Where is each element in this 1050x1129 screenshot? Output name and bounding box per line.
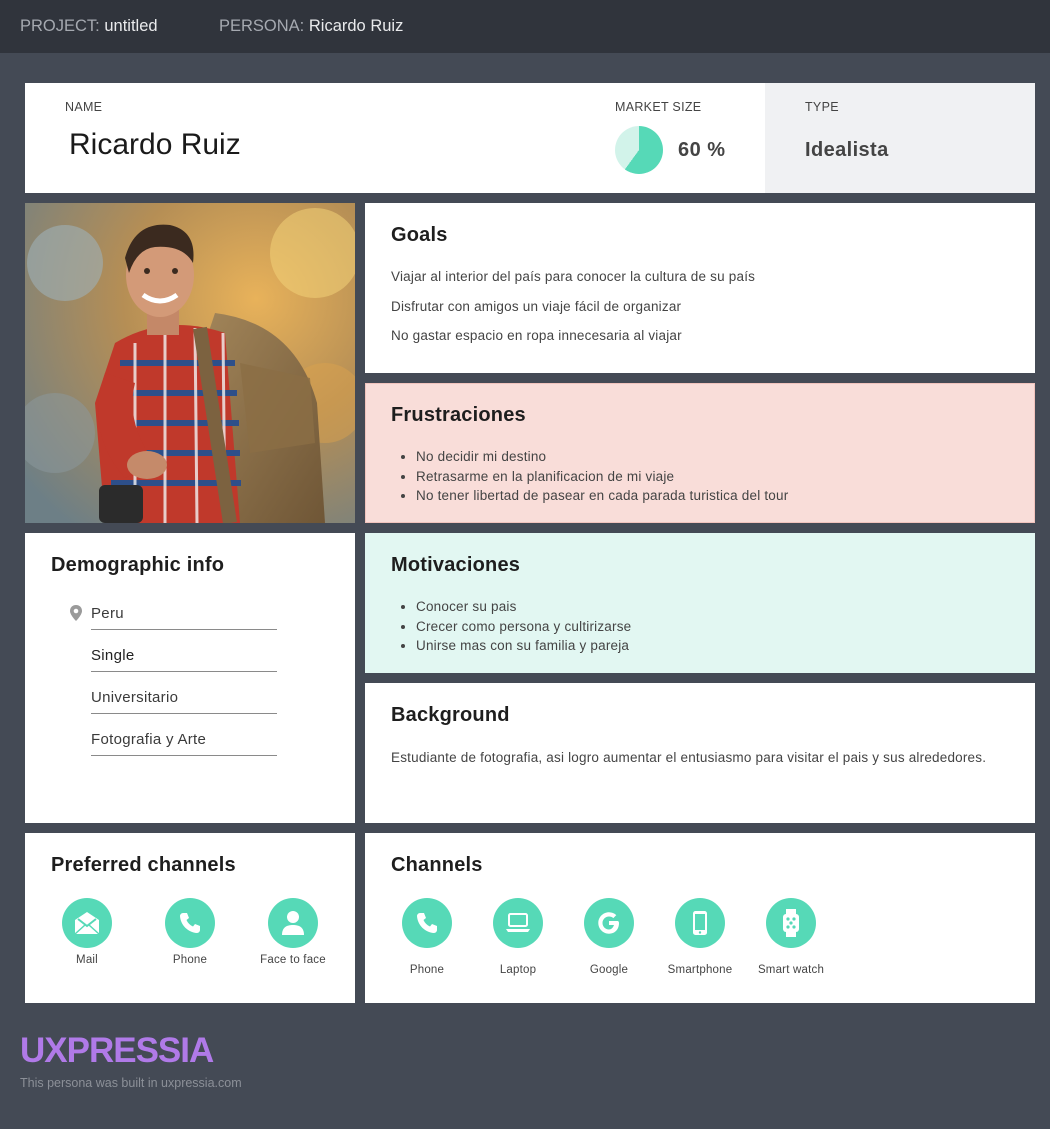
channel-label: Laptop xyxy=(499,964,537,976)
market-size-pie[interactable] xyxy=(615,126,663,174)
preferred-channel-face-to-face[interactable]: Face to face xyxy=(248,898,338,966)
type-label: TYPE xyxy=(805,100,839,114)
persona-name-field[interactable]: Ricardo Ruiz xyxy=(69,128,241,162)
channels-card: Channels Phone Laptop Google Smartphone … xyxy=(365,833,1035,1003)
preferred-channel-phone[interactable]: Phone xyxy=(145,898,235,966)
list-item[interactable]: Unirse mas con su familia y pareja xyxy=(416,636,631,656)
list-item[interactable]: Conocer su pais xyxy=(416,597,631,617)
preferred-channel-mail[interactable]: Mail xyxy=(42,898,132,966)
demographic-value: Fotografia y Arte xyxy=(91,731,207,748)
list-item[interactable]: No tener libertad de pasear en cada para… xyxy=(416,486,788,506)
person-icon xyxy=(268,898,318,948)
project-info: PROJECT: untitled xyxy=(20,17,158,36)
channel-label: Phone xyxy=(172,954,208,966)
channel-label: Face to face xyxy=(260,954,326,966)
channel-label: Smartphone xyxy=(667,964,733,976)
persona-header-card: NAME Ricardo Ruiz MARKET SIZE 60 % TYPE … xyxy=(25,83,1035,193)
channel-label: Smart watch xyxy=(757,964,825,976)
background-title: Background xyxy=(391,704,510,726)
channel-label: Phone xyxy=(409,964,445,976)
footer-note: This persona was built in uxpressia.com xyxy=(20,1076,242,1090)
top-bar: PROJECT: untitled PERSONA: Ricardo Ruiz xyxy=(0,0,1050,53)
channel-label: Google xyxy=(589,964,629,976)
mail-icon xyxy=(62,898,112,948)
frustrations-list: No decidir mi destino Retrasarme en la p… xyxy=(416,447,788,506)
name-label: NAME xyxy=(65,100,103,114)
motivations-list: Conocer su pais Crecer como persona y cu… xyxy=(416,597,631,656)
laptop-icon xyxy=(493,898,543,948)
persona-photo[interactable] xyxy=(25,203,355,523)
persona-label: PERSONA: xyxy=(219,17,305,35)
market-size-value[interactable]: 60 % xyxy=(678,139,726,162)
channel-laptop[interactable]: Laptop xyxy=(473,898,563,976)
persona-info: PERSONA: Ricardo Ruiz xyxy=(219,17,403,36)
type-value[interactable]: Idealista xyxy=(805,139,889,162)
goal-item[interactable]: Disfrutar con amigos un viaje fácil de o… xyxy=(391,299,681,314)
location-pin-icon xyxy=(70,605,82,621)
background-card: Background Estudiante de fotografia, asi… xyxy=(365,683,1035,823)
market-size-label: MARKET SIZE xyxy=(615,100,702,114)
channels-title: Channels xyxy=(391,854,483,876)
demographic-location-field[interactable]: Peru xyxy=(70,596,277,630)
frustrations-card: Frustraciones No decidir mi destino Retr… xyxy=(365,383,1035,523)
channel-label: Mail xyxy=(76,954,98,966)
project-label: PROJECT: xyxy=(20,17,100,35)
list-item[interactable]: No decidir mi destino xyxy=(416,447,788,467)
channel-smart-watch[interactable]: Smart watch xyxy=(746,898,836,976)
motivations-title: Motivaciones xyxy=(391,554,521,576)
motivations-card: Motivaciones Conocer su pais Crecer como… xyxy=(365,533,1035,673)
persona-name[interactable]: Ricardo Ruiz xyxy=(309,17,403,35)
goals-card: Goals Viajar al interior del país para c… xyxy=(365,203,1035,373)
project-name[interactable]: untitled xyxy=(104,17,157,35)
google-icon xyxy=(584,898,634,948)
demographic-value: Peru xyxy=(91,605,124,622)
smartphone-icon xyxy=(675,898,725,948)
background-text[interactable]: Estudiante de fotografia, asi logro aume… xyxy=(391,748,991,768)
demographic-status-field[interactable]: Single xyxy=(91,638,277,672)
channel-google[interactable]: Google xyxy=(564,898,654,976)
demographic-value: Universitario xyxy=(91,689,179,706)
demographic-card: Demographic info Peru Single Universitar… xyxy=(25,533,355,823)
demographic-value: Single xyxy=(91,647,135,664)
list-item[interactable]: Retrasarme en la planificacion de mi via… xyxy=(416,467,788,487)
frustrations-title: Frustraciones xyxy=(391,404,526,426)
demographic-interests-field[interactable]: Fotografia y Arte xyxy=(91,722,277,756)
list-item[interactable]: Crecer como persona y cultirizarse xyxy=(416,617,631,637)
goals-title: Goals xyxy=(391,224,448,246)
phone-icon xyxy=(402,898,452,948)
goal-item[interactable]: Viajar al interior del país para conocer… xyxy=(391,269,755,284)
goal-item[interactable]: No gastar espacio en ropa innecesaria al… xyxy=(391,328,682,343)
channel-phone[interactable]: Phone xyxy=(382,898,472,976)
phone-icon xyxy=(165,898,215,948)
preferred-channels-card: Preferred channels Mail Phone Face to fa… xyxy=(25,833,355,1003)
persona-photo-illustration xyxy=(25,203,355,523)
demographic-education-field[interactable]: Universitario xyxy=(91,680,277,714)
preferred-channels-title: Preferred channels xyxy=(51,854,236,876)
uxpressia-logo[interactable]: UXPRESSIA xyxy=(20,1031,214,1071)
channel-smartphone[interactable]: Smartphone xyxy=(655,898,745,976)
type-box: TYPE Idealista xyxy=(765,83,1035,193)
demographic-title: Demographic info xyxy=(51,554,225,576)
smartwatch-icon xyxy=(766,898,816,948)
